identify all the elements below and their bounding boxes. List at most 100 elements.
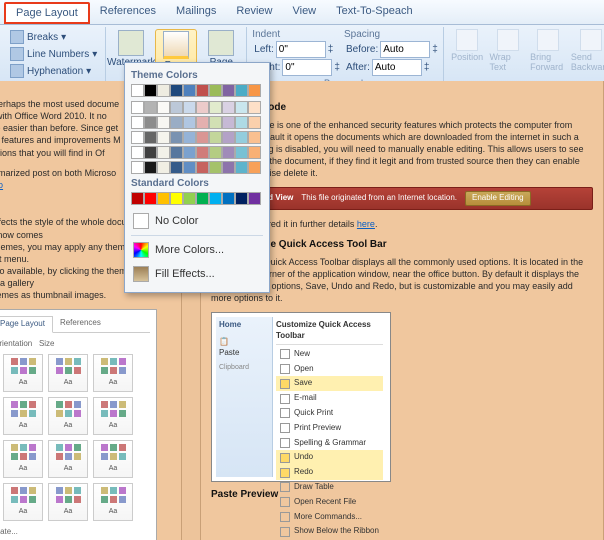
- spinner-icon[interactable]: ‡: [334, 62, 340, 73]
- color-swatch[interactable]: [222, 101, 235, 114]
- cmd-position[interactable]: Position: [449, 29, 486, 62]
- color-swatch[interactable]: [196, 84, 209, 97]
- color-swatch[interactable]: [170, 131, 183, 144]
- color-swatch[interactable]: [209, 146, 222, 159]
- color-swatch[interactable]: [144, 116, 157, 129]
- color-swatch[interactable]: [209, 101, 222, 114]
- theme-thumbnail[interactable]: Aa: [48, 397, 88, 435]
- color-swatch[interactable]: [222, 192, 235, 205]
- color-swatch[interactable]: [157, 161, 170, 174]
- tab-references[interactable]: References: [90, 2, 166, 24]
- qat-menu-item[interactable]: More Commands...: [276, 510, 383, 525]
- color-swatch[interactable]: [209, 84, 222, 97]
- qat-menu-item[interactable]: Undo: [276, 450, 383, 465]
- color-swatch[interactable]: [131, 146, 144, 159]
- tab-tts[interactable]: Text-To-Speach: [326, 2, 422, 24]
- color-swatch[interactable]: [248, 131, 261, 144]
- color-swatch[interactable]: [157, 131, 170, 144]
- tab-mailings[interactable]: Mailings: [166, 2, 226, 24]
- from-template[interactable]: From Template...: [0, 527, 150, 538]
- link[interactable]: Microso: [0, 180, 3, 190]
- color-swatch[interactable]: [248, 116, 261, 129]
- color-swatch[interactable]: [170, 116, 183, 129]
- qat-menu-item[interactable]: Print Preview: [276, 421, 383, 436]
- color-swatch[interactable]: [170, 146, 183, 159]
- dd-fill-effects[interactable]: Fill Effects...: [131, 262, 263, 286]
- color-swatch[interactable]: [131, 192, 144, 205]
- color-swatch[interactable]: [131, 161, 144, 174]
- qat-menu-item[interactable]: Show Below the Ribbon: [276, 524, 383, 539]
- qat-menu-item[interactable]: Open: [276, 362, 383, 377]
- color-swatch[interactable]: [235, 84, 248, 97]
- color-swatch[interactable]: [209, 192, 222, 205]
- theme-thumbnail[interactable]: Aa: [48, 440, 88, 478]
- color-swatch[interactable]: [196, 116, 209, 129]
- dd-more-colors[interactable]: More Colors...: [131, 238, 263, 262]
- qat-menu-item[interactable]: New: [276, 347, 383, 362]
- color-swatch[interactable]: [183, 146, 196, 159]
- cmd-breaks[interactable]: Breaks ▾: [7, 29, 100, 45]
- color-swatch[interactable]: [157, 192, 170, 205]
- color-swatch[interactable]: [131, 84, 144, 97]
- color-swatch[interactable]: [157, 101, 170, 114]
- color-swatch[interactable]: [183, 84, 196, 97]
- color-swatch[interactable]: [183, 161, 196, 174]
- color-swatch[interactable]: [183, 131, 196, 144]
- color-swatch[interactable]: [196, 131, 209, 144]
- color-swatch[interactable]: [196, 101, 209, 114]
- mini-tab-page-layout[interactable]: Page Layout: [0, 316, 53, 333]
- color-swatch[interactable]: [209, 161, 222, 174]
- qat-menu-item[interactable]: Save: [276, 376, 383, 391]
- color-swatch[interactable]: [144, 192, 157, 205]
- theme-thumbnail[interactable]: Aa: [93, 483, 133, 521]
- color-swatch[interactable]: [222, 146, 235, 159]
- color-swatch[interactable]: [209, 131, 222, 144]
- spinner-icon[interactable]: ‡: [328, 44, 334, 55]
- color-swatch[interactable]: [196, 192, 209, 205]
- cmd-hyphenation[interactable]: Hyphenation ▾: [7, 63, 100, 79]
- color-swatch[interactable]: [248, 101, 261, 114]
- color-swatch[interactable]: [131, 116, 144, 129]
- color-swatch[interactable]: [196, 161, 209, 174]
- color-swatch[interactable]: [157, 84, 170, 97]
- theme-thumbnail[interactable]: Aa: [93, 354, 133, 392]
- qat-menu-item[interactable]: Open Recent File: [276, 495, 383, 510]
- input-indent-left[interactable]: [276, 41, 326, 58]
- color-swatch[interactable]: [235, 101, 248, 114]
- tab-review[interactable]: Review: [226, 2, 282, 24]
- color-swatch[interactable]: [144, 84, 157, 97]
- color-swatch[interactable]: [170, 101, 183, 114]
- color-swatch[interactable]: [170, 84, 183, 97]
- color-swatch[interactable]: [183, 101, 196, 114]
- theme-thumbnail[interactable]: Aa: [3, 354, 43, 392]
- link-here[interactable]: here: [357, 219, 375, 229]
- color-swatch[interactable]: [235, 192, 248, 205]
- color-swatch[interactable]: [183, 192, 196, 205]
- qat-menu-item[interactable]: Quick Print: [276, 406, 383, 421]
- color-swatch[interactable]: [144, 131, 157, 144]
- color-swatch[interactable]: [222, 161, 235, 174]
- theme-thumbnail[interactable]: Aa: [3, 397, 43, 435]
- qat-menu-item[interactable]: Spelling & Grammar: [276, 436, 383, 451]
- qat-menu-item[interactable]: Redo: [276, 465, 383, 480]
- tab-page-layout[interactable]: Page Layout: [4, 2, 90, 24]
- color-swatch[interactable]: [144, 101, 157, 114]
- color-swatch[interactable]: [131, 131, 144, 144]
- theme-thumbnail[interactable]: Aa: [93, 397, 133, 435]
- color-swatch[interactable]: [222, 131, 235, 144]
- mini-tab-references[interactable]: References: [53, 316, 108, 332]
- theme-thumbnail[interactable]: Aa: [48, 354, 88, 392]
- theme-thumbnail[interactable]: Aa: [3, 440, 43, 478]
- color-swatch[interactable]: [235, 131, 248, 144]
- color-swatch[interactable]: [248, 146, 261, 159]
- color-swatch[interactable]: [144, 146, 157, 159]
- color-swatch[interactable]: [209, 116, 222, 129]
- input-spacing-before[interactable]: [380, 41, 430, 58]
- tab-view[interactable]: View: [282, 2, 326, 24]
- input-spacing-after[interactable]: [372, 59, 422, 76]
- cmd-line-numbers[interactable]: Line Numbers ▾: [7, 46, 100, 62]
- input-indent-right[interactable]: [282, 59, 332, 76]
- cmd-send-backward[interactable]: Send Backward: [571, 29, 604, 72]
- theme-thumbnail[interactable]: Aa: [48, 483, 88, 521]
- theme-thumbnail[interactable]: Aa: [93, 440, 133, 478]
